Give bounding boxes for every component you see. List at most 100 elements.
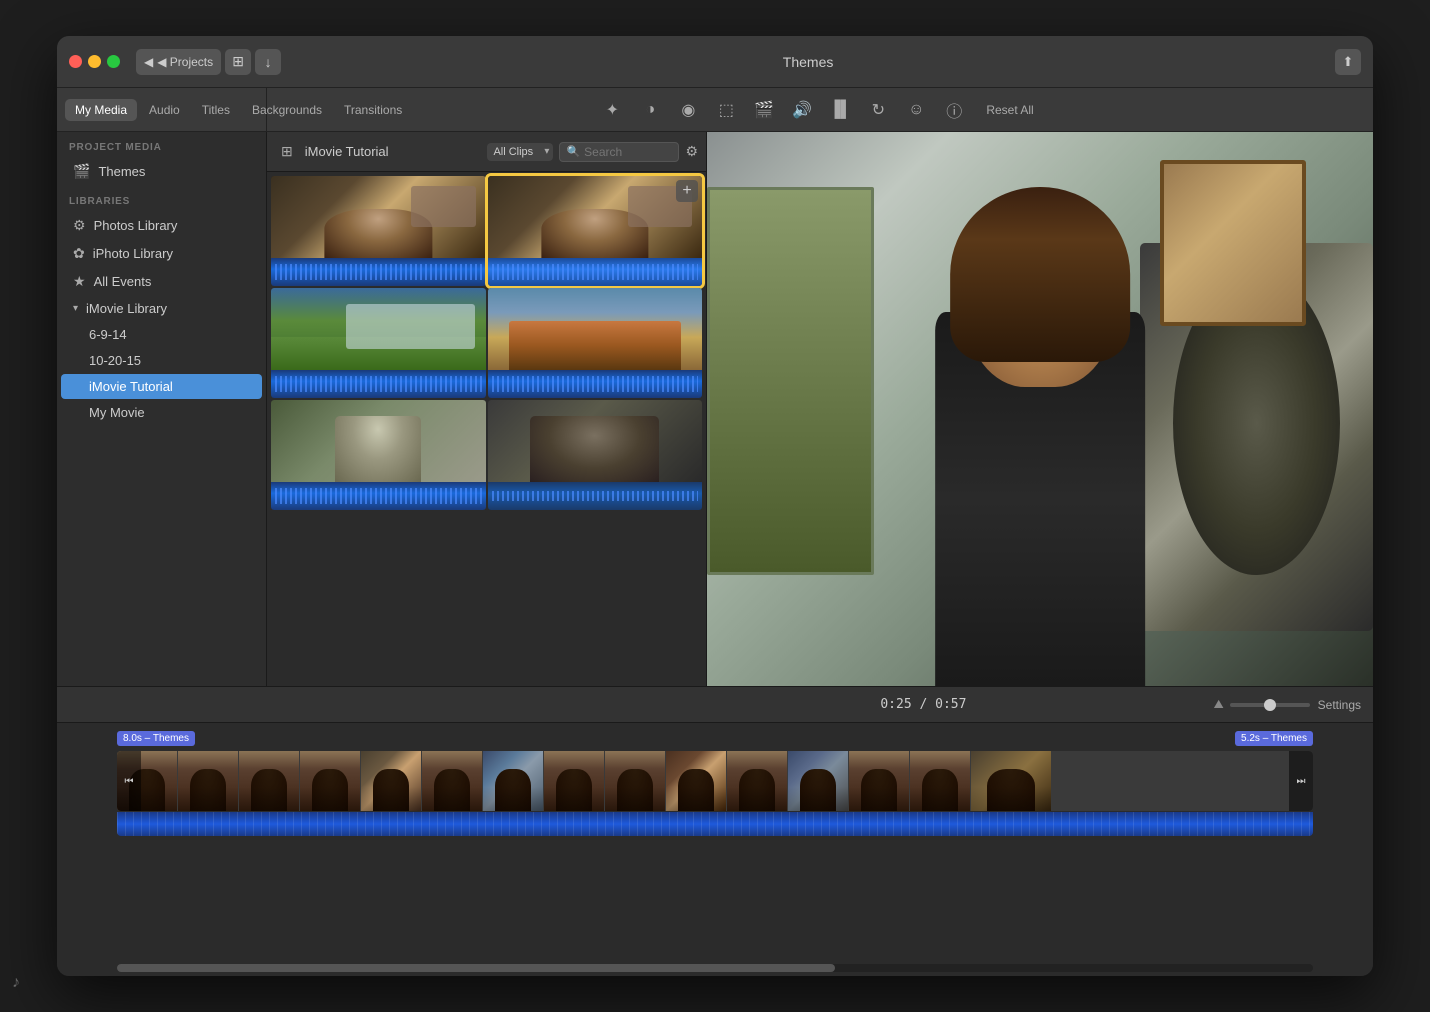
sidebar-item-iphoto[interactable]: ✿ iPhoto Library (61, 240, 262, 267)
titlebar-nav: ◀ ◀ Projects ⊞ ↓ (136, 49, 281, 75)
frame-10 (666, 751, 726, 811)
photos-icon: ⚙ (73, 217, 86, 234)
frame-11 (727, 751, 787, 811)
timeline-toolbar: 0:25 / 0:57 ⛰ Settings (57, 687, 1373, 723)
project-media-label: PROJECT MEDIA (57, 132, 266, 157)
sidebar-item-date2[interactable]: 10-20-15 (61, 348, 262, 373)
media-panel-toolbar: ⊞ iMovie Tutorial All Clips 🔍 ⚙ (267, 132, 706, 172)
clip-filter-select[interactable]: All Clips (487, 143, 553, 161)
expand-triangle-icon: ▾ (73, 303, 78, 314)
date2-label: 10-20-15 (89, 353, 141, 368)
window-title: Themes (289, 54, 1327, 70)
media-thumb-2[interactable]: + (488, 176, 703, 286)
sidebar-item-my-movie[interactable]: My Movie (61, 400, 262, 425)
search-input[interactable] (584, 145, 672, 159)
contrast-button[interactable]: ◑ (636, 96, 664, 124)
grid-toggle-button[interactable]: ⊞ (275, 140, 299, 163)
sidebar-item-photos[interactable]: ⚙ Photos Library (61, 212, 262, 239)
share-icon: ⬆ (1343, 54, 1354, 70)
tab-audio[interactable]: Audio (139, 99, 190, 121)
zoom-slider[interactable] (1230, 703, 1310, 707)
frame-4 (300, 751, 360, 811)
frame-12 (788, 751, 848, 811)
media-thumb-3[interactable] (271, 288, 486, 398)
mountain-icon: ⛰ (1214, 697, 1224, 712)
timeline-scrollbar[interactable] (117, 964, 1313, 972)
imovie-tutorial-label: iMovie Tutorial (89, 379, 173, 394)
frame-2 (178, 751, 238, 811)
back-projects-button[interactable]: ◀ ◀ Projects (136, 49, 221, 75)
preview-video (707, 132, 1373, 686)
close-button[interactable] (69, 55, 82, 68)
media-thumb-1[interactable] (271, 176, 486, 286)
back-arrow-icon: ◀ (144, 55, 153, 69)
themes-label: Themes (98, 164, 145, 179)
top-toolbar: My Media Audio Titles Backgrounds Transi… (57, 88, 1373, 132)
photos-label: Photos Library (94, 218, 178, 233)
time-display: 0:25 / 0:57 (641, 697, 1205, 712)
media-thumb-5[interactable] (271, 400, 486, 510)
date1-label: 6-9-14 (89, 327, 127, 342)
tab-titles[interactable]: Titles (192, 99, 240, 121)
timeline-content: 8.0s – Themes 5.2s – Themes ⏮ (57, 723, 1373, 960)
down-arrow-button[interactable]: ↓ (255, 49, 281, 75)
imovie-library-label: iMovie Library (86, 301, 167, 316)
tab-my-media[interactable]: My Media (65, 99, 137, 121)
frame-7 (483, 751, 543, 811)
audio-track (117, 812, 1313, 836)
timeline-area: 0:25 / 0:57 ⛰ Settings 8.0s – Themes 5.2… (57, 686, 1373, 976)
skip-backward-button[interactable]: ⏮ (117, 751, 141, 811)
zoom-thumb (1264, 699, 1276, 711)
magic-wand-button[interactable]: ✦ (598, 96, 626, 124)
media-thumb-6[interactable] (488, 400, 703, 510)
search-box: 🔍 (559, 142, 679, 162)
libraries-label: LIBRARIES (57, 186, 266, 211)
media-tabs: My Media Audio Titles Backgrounds Transi… (57, 88, 267, 131)
titlebar: ◀ ◀ Projects ⊞ ↓ Themes ⬆ (57, 36, 1373, 88)
frame-14 (910, 751, 970, 811)
zoom-controls: ⛰ (1214, 697, 1310, 712)
color-button[interactable]: ◉ (674, 96, 702, 124)
face-button[interactable]: ☺ (902, 96, 930, 124)
media-thumb-4[interactable] (488, 288, 703, 398)
sidebar: PROJECT MEDIA 🎬 Themes LIBRARIES ⚙ Photo… (57, 132, 267, 686)
minimize-button[interactable] (88, 55, 101, 68)
iphoto-label: iPhoto Library (93, 246, 173, 261)
audio-button[interactable]: 🔊 (788, 96, 816, 124)
camera-button[interactable]: 🎬 (750, 96, 778, 124)
settings-label[interactable]: Settings (1318, 698, 1361, 712)
down-arrow-icon: ↓ (265, 54, 272, 70)
current-time: 0:25 (880, 697, 911, 712)
iphoto-icon: ✿ (73, 245, 85, 262)
share-button[interactable]: ⬆ (1335, 49, 1361, 75)
scrollbar-thumb (117, 964, 835, 972)
grid-view-button[interactable]: ⊞ (225, 49, 251, 75)
media-panel: ⊞ iMovie Tutorial All Clips 🔍 ⚙ (267, 132, 707, 686)
reset-all-button[interactable]: Reset All (978, 99, 1041, 121)
total-time: 0:57 (935, 697, 966, 712)
crop-button[interactable]: ⬚ (712, 96, 740, 124)
speed-button[interactable]: ↻ (864, 96, 892, 124)
theme-label-right: 5.2s – Themes (1235, 731, 1313, 746)
media-settings-button[interactable]: ⚙ (685, 143, 698, 160)
search-icon: 🔍 (566, 145, 580, 158)
sidebar-item-date1[interactable]: 6-9-14 (61, 322, 262, 347)
frame-6 (422, 751, 482, 811)
bars-button[interactable]: ▐▌ (826, 96, 854, 124)
main-content: PROJECT MEDIA 🎬 Themes LIBRARIES ⚙ Photo… (57, 132, 1373, 686)
all-events-label: All Events (94, 274, 152, 289)
theme-label-left: 8.0s – Themes (117, 731, 195, 746)
edit-tools: ✦ ◑ ◉ ⬚ 🎬 🔊 ▐▌ ↻ ☺ ⓘ Reset All (267, 96, 1373, 124)
sidebar-item-all-events[interactable]: ★ All Events (61, 268, 262, 295)
info-button[interactable]: ⓘ (940, 96, 968, 124)
skip-forward-button[interactable]: ⏭ (1289, 751, 1313, 811)
star-icon: ★ (73, 273, 86, 290)
frame-9 (605, 751, 665, 811)
sidebar-item-imovie-library[interactable]: ▾ iMovie Library (61, 296, 262, 321)
maximize-button[interactable] (107, 55, 120, 68)
grid-icon: ⊞ (232, 53, 244, 70)
add-clip-button[interactable]: + (676, 180, 698, 202)
sidebar-item-themes[interactable]: 🎬 Themes (61, 158, 262, 185)
clip-filter-wrapper: All Clips (487, 143, 553, 161)
sidebar-item-imovie-tutorial[interactable]: iMovie Tutorial (61, 374, 262, 399)
